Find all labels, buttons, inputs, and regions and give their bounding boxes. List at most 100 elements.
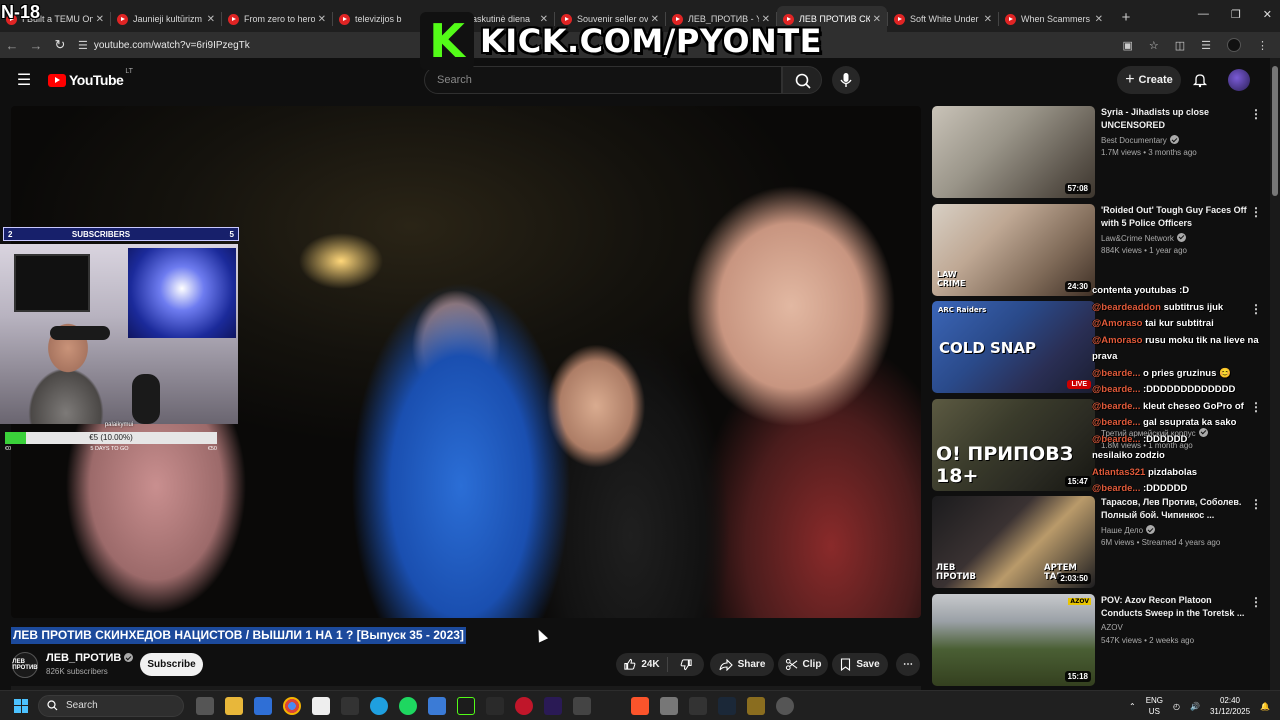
recommendation-channel[interactable]: Best Documentary (1101, 136, 1167, 145)
volume-icon[interactable]: 🔊 (1190, 702, 1200, 711)
subscribe-button[interactable]: Subscribe (140, 653, 203, 676)
recommendation-title[interactable]: POV: Azov Recon Platoon Conducts Sweep i… (1101, 594, 1247, 620)
close-tab-icon[interactable]: ✕ (1095, 14, 1103, 25)
create-button[interactable]: + Create (1117, 66, 1181, 94)
chat-username: @Amoraso (1092, 318, 1143, 329)
new-tab-button[interactable]: + (1115, 7, 1137, 29)
browser-tab[interactable]: When Scammers ✕ (999, 6, 1109, 32)
save-button[interactable]: Save (832, 653, 888, 676)
share-button[interactable]: Share (710, 653, 774, 676)
kick-app-icon[interactable] (457, 696, 475, 715)
scrollbar-thumb[interactable] (1272, 66, 1278, 196)
back-icon[interactable]: ← (0, 38, 24, 53)
calculator-icon[interactable] (254, 696, 272, 715)
search-button[interactable] (782, 66, 822, 94)
user-avatar[interactable] (1228, 69, 1250, 91)
browser-profile-icon[interactable] (1227, 38, 1241, 52)
close-tab-icon[interactable]: ✕ (318, 14, 326, 25)
chat-username: Atlantas321 (1092, 466, 1146, 478)
close-tab-icon[interactable]: ✕ (207, 14, 215, 25)
media-controls-icon[interactable]: ☰ (1201, 39, 1211, 52)
video-thumbnail[interactable]: AZOV 15:18 (932, 593, 1095, 686)
reload-icon[interactable]: ↻ (48, 37, 72, 53)
channel-name[interactable]: ЛЕВ_ПРОТИВ (46, 652, 121, 664)
photos-icon[interactable] (428, 696, 446, 715)
spotify-icon[interactable] (399, 696, 417, 715)
search-input[interactable]: Search (424, 66, 782, 94)
file-explorer-icon[interactable] (225, 696, 243, 715)
maximize-icon[interactable]: ❐ (1231, 8, 1241, 21)
channel-avatar[interactable]: ЛЕВ ПРОТИВ (12, 652, 38, 678)
windows-start-icon[interactable] (14, 698, 28, 713)
video-thumbnail[interactable]: ЛЕВ ПРОТИВ АРТЕМ ТАР 2:03:50 (932, 496, 1095, 588)
app-icon[interactable] (747, 696, 765, 715)
chrome-icon[interactable] (283, 696, 301, 715)
notifications-bell-icon[interactable] (1192, 72, 1208, 88)
video-thumbnail[interactable]: 57:08 (932, 106, 1095, 198)
browser-tab[interactable]: Soft White Under ✕ (888, 6, 998, 32)
close-tab-icon[interactable]: ✕ (873, 14, 881, 25)
close-tab-icon[interactable]: ✕ (96, 14, 104, 25)
app-icon[interactable] (660, 696, 678, 715)
hamburger-menu-icon[interactable]: ☰ (2, 70, 46, 90)
recommendation-title[interactable]: 'Roided Out' Tough Guy Faces Off with 5 … (1101, 204, 1247, 230)
dislike-button[interactable] (668, 658, 704, 671)
steam-icon[interactable] (718, 696, 736, 715)
like-button[interactable]: 24K (616, 657, 668, 672)
video-thumbnail[interactable]: LAW CRIME 24:30 (932, 203, 1095, 296)
tray-overflow-icon[interactable]: ⌃ (1129, 702, 1136, 711)
windows-taskbar: Search ⌃ ENG US ◴ 🔊 02:40 31/12/2025 🔔 (0, 690, 1280, 720)
davinci-icon[interactable] (515, 696, 533, 715)
channel-name-row[interactable]: ЛЕВ_ПРОТИВ (46, 652, 134, 664)
install-app-icon[interactable]: ▣ (1122, 39, 1132, 52)
minimize-icon[interactable]: — (1198, 8, 1209, 21)
close-window-icon[interactable]: ✕ (1263, 8, 1272, 21)
chat-message: @bearde... :DDDDDDDDDDDDD (1092, 382, 1280, 399)
bookmark-icon (841, 658, 851, 671)
clock[interactable]: 02:40 31/12/2025 (1210, 695, 1250, 717)
notifications-icon[interactable]: 🔔 (1260, 702, 1270, 711)
browser-menu-icon[interactable]: ⋮ (1257, 39, 1268, 52)
recommendation-title[interactable]: Syria - Jihadists up close UNCENSORED (1101, 106, 1247, 132)
task-view-icon[interactable] (196, 696, 214, 715)
recommendation-channel[interactable]: Наше Дело (1101, 526, 1143, 535)
close-tab-icon[interactable]: ✕ (984, 14, 992, 25)
browser-tab[interactable]: From zero to hero ✕ (222, 6, 332, 32)
duration-badge: 15:18 (1064, 670, 1091, 682)
recommendation-channel[interactable]: AZOV (1101, 623, 1123, 632)
window-controls: — ❐ ✕ (1198, 8, 1272, 21)
more-icon[interactable]: ⋮ (1250, 498, 1262, 510)
youtube-logo[interactable]: YouTube LT (48, 68, 133, 88)
forward-icon[interactable]: → (24, 38, 48, 53)
arc-raiders-icon[interactable] (486, 696, 504, 715)
language-indicator[interactable]: ENG US (1146, 695, 1163, 717)
video-thumbnail[interactable]: ARC Raiders COLD SNAP LIVE (932, 301, 1095, 393)
voice-search-button[interactable] (832, 66, 860, 94)
more-icon[interactable]: ⋮ (1250, 206, 1262, 218)
recommendation-item[interactable]: AZOV 15:18 POV: Azov Recon Platoon Condu… (932, 593, 1270, 692)
recommendation-item[interactable]: ЛЕВ ПРОТИВ АРТЕМ ТАР 2:03:50 Тарасов, Ле… (932, 496, 1270, 594)
extensions-icon[interactable]: ◫ (1175, 39, 1185, 52)
app-icon[interactable] (573, 696, 591, 715)
recommendation-channel[interactable]: Law&Crime Network (1101, 234, 1174, 243)
browser-tab[interactable]: Jaunieji kultūrizm ✕ (111, 6, 221, 32)
recommendation-title[interactable]: Тарасов, Лев Против, Соболев. Полный бой… (1101, 496, 1247, 522)
clip-button[interactable]: Clip (778, 653, 828, 676)
more-icon[interactable]: ⋮ (1250, 108, 1262, 120)
more-actions-button[interactable]: ⋯ (896, 653, 920, 676)
brave-icon[interactable] (631, 696, 649, 715)
network-icon[interactable]: ◴ (1173, 702, 1180, 711)
premiere-icon[interactable] (544, 696, 562, 715)
recommendation-item[interactable]: 57:08 Syria - Jihadists up close UNCENSO… (932, 106, 1270, 204)
site-info-icon[interactable]: ☰ (78, 39, 88, 52)
taskbar-search[interactable]: Search (38, 694, 184, 717)
chat-text: subtitrus ijuk (1163, 301, 1224, 313)
notepad-icon[interactable] (312, 696, 330, 715)
more-icon[interactable]: ⋮ (1250, 596, 1262, 608)
edge-icon[interactable] (370, 696, 388, 715)
app-icon[interactable] (341, 696, 359, 715)
video-thumbnail[interactable]: О! ПРИПОВЗ 18+ 15:47 (932, 398, 1095, 491)
capcut-icon[interactable] (689, 696, 707, 715)
bookmark-star-icon[interactable]: ☆ (1149, 39, 1159, 52)
obs-icon[interactable] (776, 696, 794, 715)
